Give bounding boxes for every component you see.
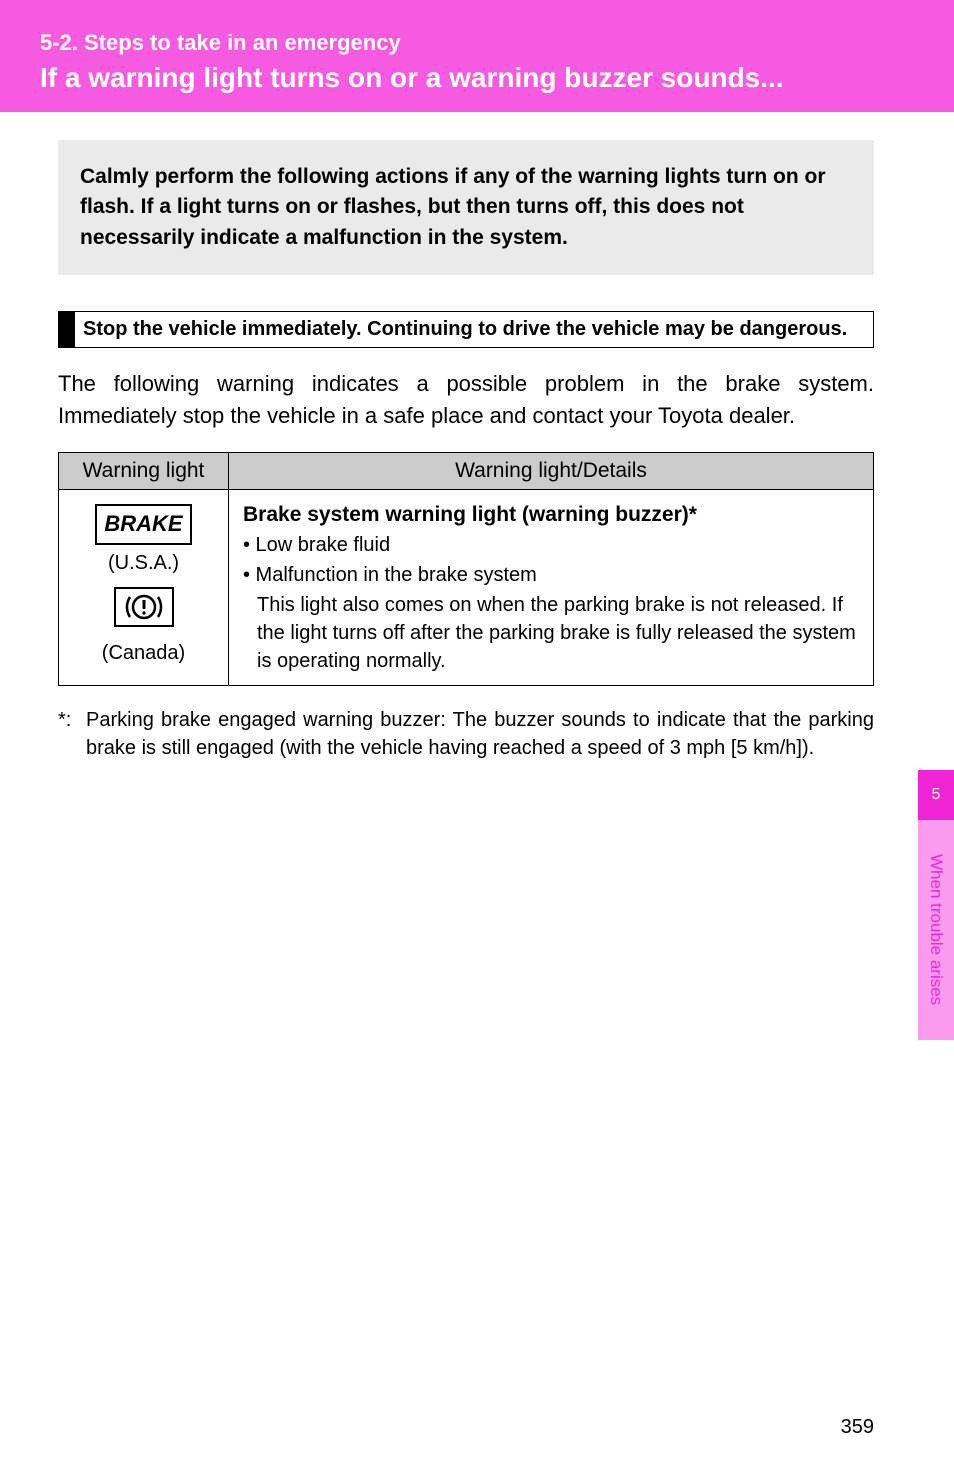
page-number: 359 [841,1416,874,1439]
brake-text-icon: BRAKE [95,504,191,545]
subhead-bar [59,312,75,347]
subhead-row: Stop the vehicle immediately. Continuing… [58,311,874,348]
brake-circle-icon [114,587,174,627]
warning-table: Warning light Warning light/Details BRAK… [58,452,874,686]
col-header-details: Warning light/Details [229,453,874,490]
footnote: *: Parking brake engaged warning buzzer:… [58,706,874,762]
bullet-malfunction: • Malfunction in the brake system [243,561,859,589]
details-title: Brake system warning light (warning buzz… [243,500,859,529]
col-header-warning-light: Warning light [59,453,229,490]
intro-box: Calmly perform the following actions if … [58,140,874,275]
content-area: Calmly perform the following actions if … [0,140,954,762]
footnote-text: Parking brake engaged warning buzzer: Th… [86,706,874,762]
side-tab-chapter: 5 [918,770,954,820]
side-tab: 5 When trouble arises [918,770,954,1040]
table-row: BRAKE (U.S.A.) (Canada) Brake [59,490,874,686]
label-usa: (U.S.A.) [73,549,214,577]
cell-warning-light: BRAKE (U.S.A.) (Canada) [59,490,229,686]
details-indent-text: This light also comes on when the parkin… [243,591,859,675]
body-paragraph: The following warning indicates a possib… [58,368,874,432]
section-title: If a warning light turns on or a warning… [40,62,954,94]
footnote-marker: *: [58,706,86,762]
table-header-row: Warning light Warning light/Details [59,453,874,490]
section-number: 5-2. Steps to take in an emergency [40,30,954,56]
label-canada: (Canada) [73,639,214,667]
cell-details: Brake system warning light (warning buzz… [229,490,874,686]
header-band: 5-2. Steps to take in an emergency If a … [0,0,954,112]
bullet-low-brake-fluid: • Low brake fluid [243,531,859,559]
subhead-text: Stop the vehicle immediately. Continuing… [75,312,855,347]
intro-text: Calmly perform the following actions if … [80,162,852,253]
side-tab-label: When trouble arises [918,820,954,1040]
